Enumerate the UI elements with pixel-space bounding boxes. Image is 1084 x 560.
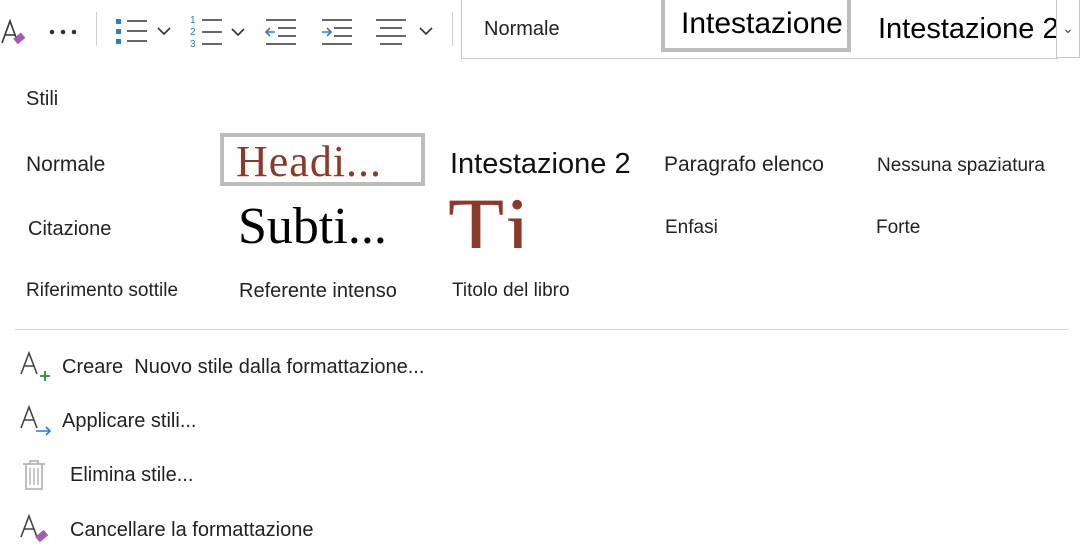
ribbon-style-intestazione-1[interactable]: Normale Intestazione 1 [661, 0, 851, 52]
style-forte[interactable]: Forte [876, 214, 920, 242]
menu-label: Cancellare la formattazione [70, 518, 314, 541]
style-subtitle[interactable]: Subti... [238, 197, 387, 255]
ribbon-style-label: Intestazione 1 [681, 7, 851, 40]
ribbon-gallery-expand-button[interactable]: ⌄ [1056, 0, 1080, 58]
menu-label: Applicare stili... [62, 409, 197, 432]
ribbon-style-normale[interactable]: Normale [484, 0, 560, 58]
panel-title: Stili [26, 88, 59, 110]
style-label: Normale [26, 153, 106, 176]
more-icon[interactable] [48, 12, 80, 52]
svg-text:2: 2 [190, 27, 196, 38]
style-label: Referente intenso [239, 279, 397, 302]
style-titolo-del-libro[interactable]: Titolo del libro [452, 278, 570, 304]
style-label: Subti... [238, 197, 387, 255]
apply-style-icon [18, 401, 62, 441]
numbered-list-icon[interactable]: 1 2 3 [190, 12, 252, 52]
style-nessuna-spaziatura[interactable]: Nessuna spaziatura [877, 152, 1045, 180]
style-label: Titolo del libro [452, 280, 570, 301]
apply-styles-menu-item[interactable]: Applicare stili... [18, 401, 197, 441]
delete-style-menu-item[interactable]: Elimina stile... [18, 455, 193, 495]
ribbon-style-label: Normale [484, 17, 560, 40]
style-enfasi[interactable]: Enfasi [665, 214, 718, 242]
style-label: Enfasi [665, 217, 718, 238]
svg-text:3: 3 [190, 39, 196, 50]
style-paragrafo-elenco[interactable]: Paragrafo elenco [664, 150, 824, 180]
style-referente-intenso[interactable]: Referente intenso [239, 278, 397, 304]
align-icon[interactable] [374, 12, 438, 52]
style-label: Nessuna spaziatura [877, 155, 1045, 176]
style-label: Forte [876, 217, 921, 238]
style-title[interactable]: Ti... [448, 196, 618, 248]
decrease-indent-icon[interactable] [264, 12, 300, 52]
menu-label: Elimina stile... [70, 463, 194, 486]
ribbon-style-gallery: Normale Normale Intestazione 1 Intestazi… [461, 0, 1058, 59]
ribbon-style-intestazione-2[interactable]: Intestazione 2 [878, 0, 1058, 58]
menu-label: Creare Nuovo stile dalla formattazione..… [62, 355, 425, 378]
ribbon-style-label: Intestazione 2 [878, 12, 1058, 45]
increase-indent-icon[interactable] [320, 12, 356, 52]
add-style-icon [18, 347, 62, 387]
style-label: Citazione [28, 217, 112, 240]
style-citazione[interactable]: Citazione [28, 214, 111, 244]
divider [15, 329, 1069, 330]
style-label: Riferimento sottile [26, 280, 179, 301]
svg-text:1: 1 [190, 15, 196, 26]
create-style-menu-item[interactable]: Creare Nuovo stile dalla formattazione..… [18, 347, 424, 387]
style-label: Headi... [236, 136, 383, 186]
style-intestazione-2[interactable]: Intestazione 2 [450, 146, 631, 182]
clear-formatting-menu-item[interactable]: Cancellare la formattazione [18, 510, 313, 550]
chevron-down-icon: ⌄ [1062, 20, 1074, 36]
style-label: Intestazione 2 [450, 147, 631, 180]
style-heading-1[interactable]: Headi... [236, 136, 382, 186]
clear-format-icon [18, 510, 62, 550]
style-normale[interactable]: Normale [26, 150, 105, 180]
style-label: Ti... [448, 196, 616, 248]
style-riferimento-sottile[interactable]: Riferimento sottile [26, 278, 178, 304]
style-label: Paragrafo elenco [664, 153, 824, 176]
bullet-list-icon[interactable] [114, 12, 176, 52]
clear-format-icon[interactable] [0, 12, 28, 52]
trash-icon [18, 455, 62, 495]
